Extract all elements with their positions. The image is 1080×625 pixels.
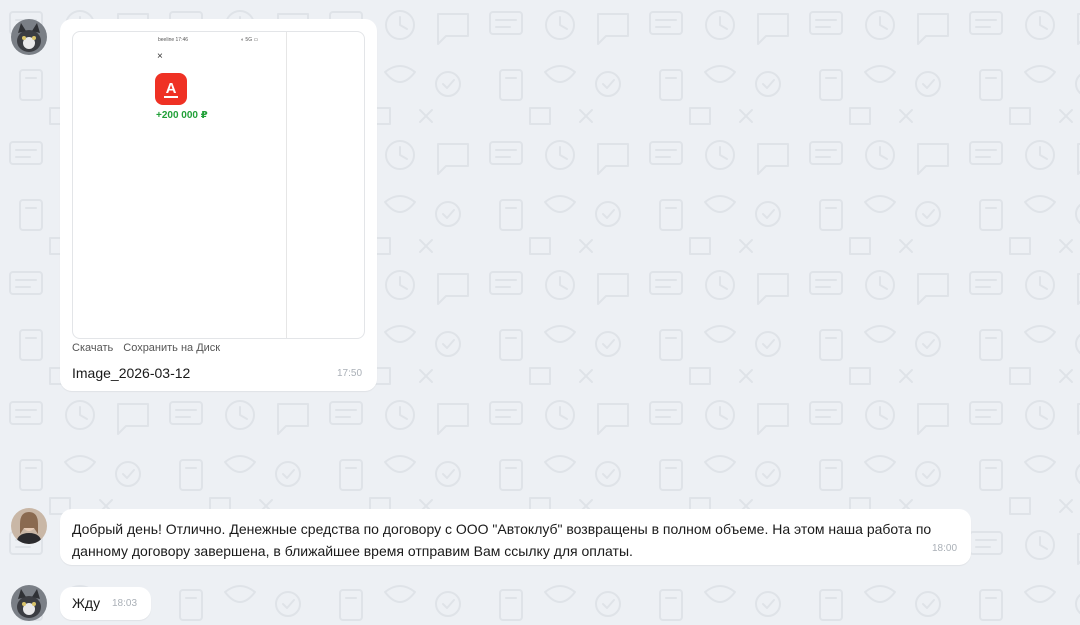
message-text: Жду <box>72 595 101 611</box>
preview-divider <box>286 32 287 338</box>
alfa-bank-logo-icon: А <box>155 73 187 105</box>
transfer-amount: +200 000 ₽ <box>156 110 208 121</box>
phone-status-bar: beeline 17:46 <box>158 37 189 43</box>
save-to-disk-button[interactable]: Сохранить на Диск <box>123 342 220 354</box>
person-avatar-icon <box>11 508 47 544</box>
image-message: beeline 17:46 ◐ 5G ▭ × А +200 000 ₽ Скач… <box>60 19 377 391</box>
message-time: 18:03 <box>112 598 138 609</box>
phone-status-icons: ◐ 5G ▭ <box>241 37 259 43</box>
avatar[interactable] <box>11 508 47 544</box>
avatar[interactable] <box>11 585 47 621</box>
text-message: Добрый день! Отлично. Денежные средства … <box>60 509 971 565</box>
file-name[interactable]: Image_2026-03-12 <box>72 365 190 381</box>
message-text: Добрый день! Отлично. Денежные средства … <box>72 521 932 559</box>
text-message: Жду 18:03 <box>60 587 151 620</box>
message-time: 18:00 <box>932 543 958 554</box>
cat-avatar-icon <box>11 585 47 621</box>
avatar[interactable] <box>11 19 47 55</box>
bank-logo-letter: А <box>166 80 177 97</box>
close-icon: × <box>157 51 163 62</box>
cat-avatar-icon <box>11 19 47 55</box>
download-button[interactable]: Скачать <box>72 342 113 354</box>
image-actions: Скачать Сохранить на Диск <box>72 342 220 354</box>
image-preview[interactable]: beeline 17:46 ◐ 5G ▭ × А +200 000 ₽ <box>72 31 365 339</box>
message-time: 17:50 <box>337 368 363 379</box>
